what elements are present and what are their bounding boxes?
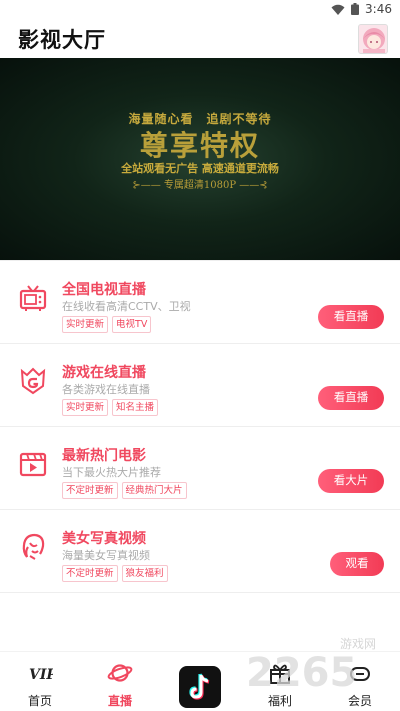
nav-label: 直播 [107, 694, 132, 708]
card-title: 美女写真视频 [62, 531, 146, 547]
banner-headline: 尊享特权 [139, 129, 260, 162]
card-tags: 实时更新 电视TV [62, 316, 152, 333]
card-gallery-videos[interactable]: 美女写真视频 海量美女写真视频 不定时更新 狼友福利 观看 [0, 510, 400, 593]
card-subtitle: 当下最火热大片推荐 [62, 466, 161, 479]
app-header: 影视大厅 [0, 20, 400, 58]
wifi-icon [331, 4, 345, 15]
watch-movie-button[interactable]: 看大片 [318, 469, 384, 493]
banner-deco-right: ——⊰ [236, 180, 268, 191]
game-shield-icon [20, 367, 46, 395]
banner-line-4-text: 专属超清1080P [163, 180, 237, 191]
banner-deco-left: ⊱—— [132, 180, 164, 191]
card-title: 全国电视直播 [62, 282, 146, 298]
tag: 狼友福利 [121, 565, 168, 582]
battery-icon [351, 3, 360, 15]
tag: 不定时更新 [62, 565, 118, 582]
nav-label: 首页 [27, 694, 52, 708]
film-icon [19, 452, 47, 477]
card-title: 游戏在线直播 [62, 365, 146, 381]
svg-text:2265: 2265 [246, 650, 357, 696]
tag: 实时更新 [62, 316, 109, 333]
card-tv-live[interactable]: 全国电视直播 在线收看高清CCTV、卫视 实时更新 电视TV 看直播 [0, 261, 400, 344]
nav-home[interactable]: VIP 首页 [10, 660, 70, 709]
watch-live-button[interactable]: 看直播 [318, 305, 384, 329]
planet-icon [107, 664, 133, 682]
tag: 不定时更新 [62, 482, 118, 499]
card-title: 最新热门电影 [62, 448, 146, 464]
tag: 知名主播 [112, 399, 159, 416]
card-movies[interactable]: 最新热门电影 当下最火热大片推荐 不定时更新 经典热门大片 看大片 [0, 427, 400, 510]
anime-avatar-icon [359, 25, 387, 53]
watch-button[interactable]: 观看 [330, 552, 384, 576]
svg-text:VIP: VIP [29, 667, 53, 683]
card-tags: 不定时更新 狼友福利 [62, 565, 168, 582]
status-bar: 3:46 [0, 0, 400, 20]
watermark-logo: 2265 游戏网 [246, 637, 376, 696]
card-tags: 实时更新 知名主播 [62, 399, 159, 416]
status-time: 3:46 [365, 2, 392, 16]
card-subtitle: 在线收看高清CCTV、卫视 [62, 300, 191, 313]
svg-text:游戏网: 游戏网 [340, 637, 376, 651]
promo-banner[interactable]: 海量随心看 追剧不等待 尊享特权 全站观看无广告 高速通道更流畅 ⊱—— 专属超… [0, 58, 400, 260]
nav-live[interactable]: 直播 [90, 660, 150, 709]
vip-icon: VIP [29, 667, 53, 683]
tv-icon [19, 285, 47, 311]
avatar[interactable] [358, 24, 388, 54]
card-subtitle: 海量美女写真视频 [62, 549, 150, 562]
tag: 经典热门大片 [121, 482, 187, 499]
card-tags: 不定时更新 经典热门大片 [62, 482, 187, 499]
watch-live-button[interactable]: 看直播 [318, 386, 384, 410]
card-game-live[interactable]: 游戏在线直播 各类游戏在线直播 实时更新 知名主播 看直播 [0, 344, 400, 427]
tag: 实时更新 [62, 399, 109, 416]
banner-line-3: 全站观看无广告 高速通道更流畅 [121, 162, 279, 175]
woman-profile-icon [22, 533, 45, 560]
card-subtitle: 各类游戏在线直播 [62, 383, 150, 396]
tiktok-icon [189, 673, 210, 700]
tiktok-button[interactable] [179, 666, 221, 708]
banner-line-4: ⊱—— 专属超清1080P ——⊰ [0, 176, 400, 191]
page-title: 影视大厅 [18, 28, 106, 52]
tag: 电视TV [112, 316, 152, 333]
